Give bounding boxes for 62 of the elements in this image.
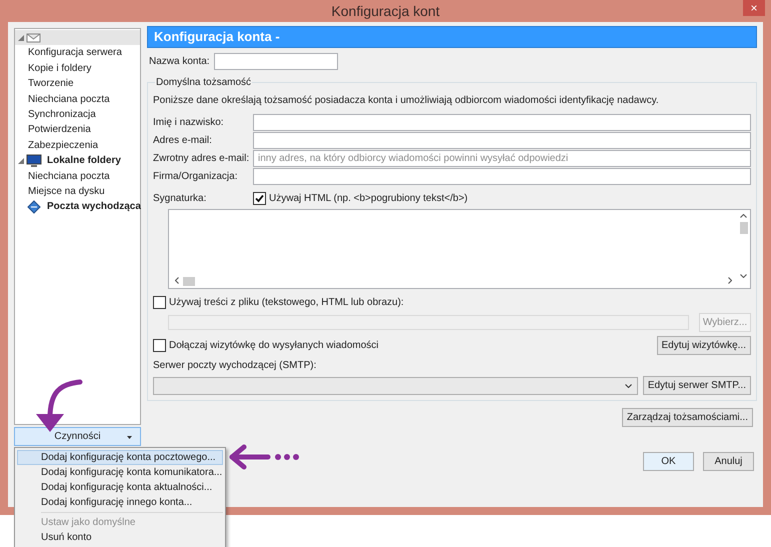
close-button[interactable]: × — [743, 0, 765, 16]
outbox-icon — [26, 200, 42, 214]
scroll-up-icon — [740, 214, 747, 218]
checkbox-label: Używaj HTML (np. <b>pogrubiony tekst</b>) — [269, 192, 468, 206]
expander-icon — [18, 34, 24, 41]
field-label: Sygnaturka: — [153, 192, 208, 206]
scroll-down-icon — [740, 274, 747, 278]
scroll-thumb[interactable] — [183, 277, 195, 286]
checkbox-label: Dołączaj wizytówkę do wysyłanych wiadomości — [169, 339, 380, 353]
tree-item[interactable]: Poczta wychodząca — [15, 199, 140, 215]
text-field[interactable] — [253, 168, 751, 185]
button[interactable]: Anuluj — [703, 452, 754, 471]
tree-item[interactable]: Potwierdzenia — [15, 122, 140, 138]
tree-item[interactable]: Miejsce na dysku — [15, 184, 140, 200]
account-name-field[interactable] — [214, 53, 338, 70]
menu-item[interactable]: Dodaj konfigurację konta komunikatora... — [17, 465, 223, 480]
tree-item[interactable]: Lokalne foldery — [15, 153, 140, 169]
tree-item[interactable]: Synchronizacja — [15, 106, 140, 122]
monitor-icon — [26, 154, 42, 168]
button[interactable]: Edytuj wizytówkę... — [656, 336, 751, 355]
menu-item[interactable]: Usuń konto — [17, 530, 223, 545]
expander-icon — [18, 158, 24, 164]
text-field[interactable] — [253, 132, 751, 149]
text-field[interactable] — [253, 114, 751, 131]
field-label: Adres e-mail: — [153, 134, 213, 148]
tree-item[interactable]: Zabezpieczenia — [15, 138, 140, 154]
checkbox[interactable] — [153, 296, 166, 309]
chevron-down-icon — [624, 384, 632, 388]
field-label: Zwrotny adres e-mail: — [153, 152, 250, 166]
button[interactable]: OK — [643, 452, 694, 471]
tree-item[interactable] — [15, 30, 140, 46]
checkbox-label: Używaj treści z pliku (tekstowego, HTML lub obrazu): — [169, 296, 404, 310]
field-label: Imię i nazwisko: — [153, 116, 225, 130]
text-field[interactable]: inny adres, na który odbiorcy wiadomości powinni wysyłać odpowiedzi — [253, 150, 751, 167]
menu-item[interactable]: Dodaj konfigurację konta pocztowego... — [17, 450, 223, 465]
tree-item[interactable]: Tworzenie — [15, 76, 140, 92]
dropdown-caret-icon — [127, 436, 132, 439]
tree-item[interactable]: Kopie i foldery — [15, 60, 140, 76]
tree-item[interactable]: Niechciana poczta — [15, 92, 140, 107]
menu-item[interactable]: Dodaj konfigurację konta aktualności... — [17, 480, 223, 495]
panel-header: Konfiguracja konta - — [147, 26, 757, 48]
window-title: Konfiguracja kont — [331, 2, 440, 21]
scroll-left-icon — [175, 277, 179, 284]
field-label: Nazwa konta: — [149, 55, 210, 69]
checkbox[interactable] — [153, 339, 166, 352]
field-label: Serwer poczty wychodzącej (SMTP): — [153, 359, 318, 373]
envelope-icon — [26, 32, 42, 43]
tree-item[interactable]: Konfiguracja serwera — [15, 45, 140, 61]
actions-button[interactable]: Czynności — [14, 427, 141, 446]
scroll-right-icon — [728, 277, 732, 284]
smtp-server-dropdown[interactable] — [153, 376, 638, 394]
description: Poniższe dane określają tożsamość posiadacza konta i umożliwiają odbiorcom wiadomości identyfikację nadawcy. — [153, 94, 660, 108]
checkbox[interactable] — [253, 192, 266, 205]
dotted-arrow — [230, 444, 299, 470]
button[interactable]: Zarządzaj tożsamościami... — [622, 408, 753, 427]
tree-item[interactable]: Niechciana poczta — [15, 168, 140, 184]
group-title: Domyślna tożsamość — [155, 76, 252, 90]
scroll-thumb[interactable] — [740, 222, 748, 234]
button[interactable]: Edytuj serwer SMTP... — [642, 376, 751, 395]
field-label: Firma/Organizacja: — [153, 170, 238, 184]
curved-arrow — [36, 380, 82, 432]
menu-item[interactable]: Dodaj konfigurację innego konta... — [17, 495, 223, 510]
